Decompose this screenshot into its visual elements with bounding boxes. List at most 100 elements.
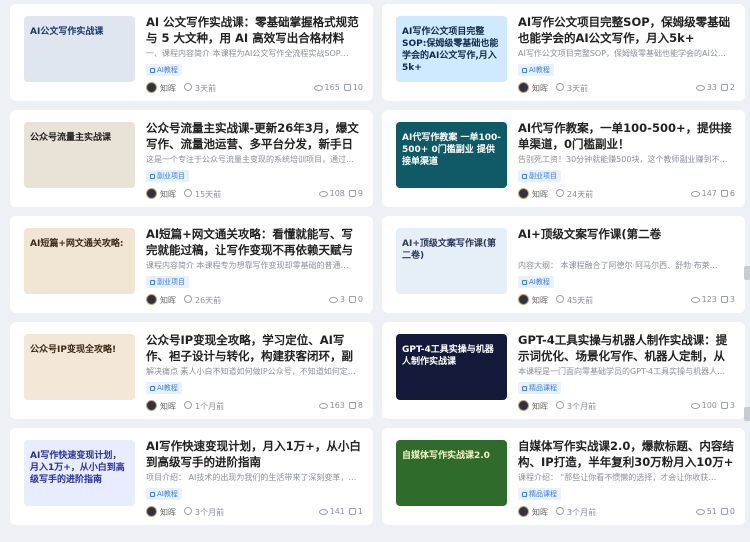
thumbnail-caption: AI写作公文项目完整SOP:保姆级零基础也能学会的AI公文写作,月入5k+	[402, 27, 499, 73]
tag-icon	[150, 173, 155, 179]
course-thumbnail[interactable]: AI写作快速变现计划，月入1万+，从小白到高级写手的进阶指南	[24, 440, 135, 506]
like-icon[interactable]	[720, 84, 728, 91]
course-title[interactable]: 自媒体写作实战课2.0，爆款标题、内容结构、IP打造，半年复利30万粉月入10万…	[518, 438, 736, 470]
thumbnail-caption: AI写作快速变现计划，月入1万+，从小白到高级写手的进阶指南	[30, 451, 125, 485]
category-tag-label: AI教程	[529, 66, 550, 74]
author-name[interactable]: 知晖	[160, 507, 176, 518]
like-icon[interactable]	[348, 402, 356, 409]
author-name[interactable]: 知晖	[160, 189, 176, 200]
course-meta: 知晖 3天前 33 2	[518, 82, 735, 94]
course-thumbnail[interactable]: 自媒体写作实战课2.0	[396, 440, 507, 506]
course-title[interactable]: AI写作公文项目完整SOP，保姆级零基础也能学会的AI公文写作，月入5k+	[518, 14, 736, 46]
author-name[interactable]: 知晖	[532, 189, 548, 200]
avatar[interactable]	[518, 188, 529, 199]
like-icon[interactable]	[720, 296, 728, 303]
course-title[interactable]: 公众号IP变现全攻略，学习定位、AI写作、袒子设计与转化，构建获客闭环，副业月入…	[146, 332, 364, 364]
course-card[interactable]: GPT-4工具实操与机器人制作实战课 GPT-4工具实操与机器人制作实战课：提示…	[382, 322, 745, 419]
author-name[interactable]: 知晖	[532, 295, 548, 306]
category-tag[interactable]: 副业项目	[146, 276, 189, 288]
like-icon[interactable]	[720, 190, 728, 197]
course-thumbnail[interactable]: AI写作公文项目完整SOP:保姆级零基础也能学会的AI公文写作,月入5k+	[396, 16, 507, 82]
avatar[interactable]	[146, 506, 157, 517]
category-tag[interactable]: 副业项目	[146, 170, 189, 182]
course-description: 解决痛点 素人小白不知道如何做IP公众号，不知道如何定…	[146, 367, 356, 376]
course-title[interactable]: AI短篇+网文通关攻略：看懂就能写、写完就能过稿，让写作变现不再依赖天赋与文笔	[146, 226, 364, 258]
course-title[interactable]: AI写作快速变现计划，月入1万+，从小白到高级写手的进阶指南	[146, 438, 364, 470]
course-meta: 知晖 24天前 147 6	[518, 188, 735, 200]
course-card[interactable]: 公众号IP变现全攻略! 公众号IP变现全攻略，学习定位、AI写作、袒子设计与转化…	[10, 322, 373, 419]
clock-icon	[184, 401, 192, 409]
author-name[interactable]: 知晖	[532, 83, 548, 94]
course-card[interactable]: AI+顶级文案写作课(第二卷) AI+顶级文案写作课(第二卷 内容大纲： 本课程…	[382, 216, 745, 313]
category-tag[interactable]: 精品课程	[518, 488, 561, 500]
course-title[interactable]: GPT-4工具实操与机器人制作实战课：提示词优化、场景化写作、机器人定制，从使用…	[518, 332, 736, 364]
author-name[interactable]: 知晖	[160, 401, 176, 412]
author-name[interactable]: 知晖	[160, 83, 176, 94]
eye-icon	[695, 84, 705, 91]
category-tag[interactable]: 副业项目	[518, 170, 561, 182]
course-thumbnail[interactable]: 公众号流量主实战课	[24, 122, 135, 188]
course-title[interactable]: AI代写作教案，一单100-500+，提供接单渠道，0门槛副业！	[518, 120, 736, 152]
course-title[interactable]: AI 公文写作实战课：零基础掌握格式规范与 5 大文种，用 AI 高效写出合格材…	[146, 14, 364, 46]
avatar[interactable]	[146, 188, 157, 199]
like-count: 3	[729, 401, 735, 410]
course-card[interactable]: AI写作公文项目完整SOP:保姆级零基础也能学会的AI公文写作,月入5k+ AI…	[382, 4, 745, 101]
view-count: 51	[706, 507, 717, 516]
course-card[interactable]: AI代写作教案 一单100-500+ 0门槛副业 提供接单渠道 AI代写作教案，…	[382, 110, 745, 207]
stats: 100 3	[690, 401, 735, 410]
course-title[interactable]: 公众号流量主实战课-更新26年3月，爆文写作、流量池运营、多平台分发，新手日入千…	[146, 120, 364, 152]
like-icon[interactable]	[720, 508, 728, 515]
view-count: 141	[329, 507, 345, 516]
course-thumbnail[interactable]: 公众号IP变现全攻略!	[24, 334, 135, 400]
course-thumbnail[interactable]: AI代写作教案 一单100-500+ 0门槛副业 提供接单渠道	[396, 122, 507, 188]
author-name[interactable]: 知晖	[160, 295, 176, 306]
avatar[interactable]	[518, 294, 529, 305]
scroll-up-button[interactable]	[744, 266, 750, 280]
category-tag-label: AI教程	[157, 66, 178, 74]
view-count: 147	[701, 189, 717, 198]
course-thumbnail[interactable]: GPT-4工具实操与机器人制作实战课	[396, 334, 507, 400]
like-icon[interactable]	[348, 508, 356, 515]
avatar[interactable]	[518, 400, 529, 411]
clock-icon	[556, 295, 564, 303]
course-card[interactable]: 自媒体写作实战课2.0 自媒体写作实战课2.0，爆款标题、内容结构、IP打造，半…	[382, 428, 745, 525]
course-card[interactable]: AI公文写作实战课 AI 公文写作实战课：零基础掌握格式规范与 5 大文种，用 …	[10, 4, 373, 101]
course-card[interactable]: AI写作快速变现计划，月入1万+，从小白到高级写手的进阶指南 AI写作快速变现计…	[10, 428, 373, 525]
stats: 51 0	[695, 507, 735, 516]
publish-time: 45天前	[567, 296, 594, 305]
course-thumbnail[interactable]: AI+顶级文案写作课(第二卷)	[396, 228, 507, 294]
course-thumbnail[interactable]: AI短篇+网文通关攻略:	[24, 228, 135, 294]
thumbnail-caption: AI公文写作实战课	[30, 27, 104, 37]
category-tag[interactable]: AI教程	[518, 64, 554, 76]
like-icon[interactable]	[348, 190, 356, 197]
course-meta: 知晖 26天前 30	[146, 294, 363, 306]
author-name[interactable]: 知晖	[532, 401, 548, 412]
category-tag[interactable]: AI教程	[146, 488, 182, 500]
like-icon[interactable]	[720, 402, 728, 409]
avatar[interactable]	[518, 82, 529, 93]
view-count: 33	[706, 83, 717, 92]
category-tag[interactable]: AI教程	[146, 382, 182, 394]
author-name[interactable]: 知晖	[532, 507, 548, 518]
course-meta: 知晖 3个月前 100 3	[518, 400, 735, 412]
stats: 30	[328, 295, 363, 304]
course-card[interactable]: 公众号流量主实战课 公众号流量主实战课-更新26年3月，爆文写作、流量池运营、多…	[10, 110, 373, 207]
avatar[interactable]	[518, 506, 529, 517]
avatar[interactable]	[146, 82, 157, 93]
avatar[interactable]	[146, 400, 157, 411]
category-tag[interactable]: AI教程	[518, 276, 554, 288]
course-card[interactable]: AI短篇+网文通关攻略: AI短篇+网文通关攻略：看懂就能写、写完就能过稿，让写…	[10, 216, 373, 313]
like-icon[interactable]	[348, 296, 356, 303]
scroll-down-button[interactable]	[744, 407, 750, 421]
category-tag-label: 精品课程	[529, 384, 557, 392]
avatar[interactable]	[146, 294, 157, 305]
view-count: 108	[329, 189, 345, 198]
category-tag[interactable]: 精品课程	[518, 382, 561, 394]
like-icon[interactable]	[343, 84, 351, 91]
course-description: 项目介绍： AI技术的出现为我们的生活带来了深刻变革，…	[146, 473, 357, 482]
course-description: 一、课程内容简介 本课程为AI公文写作全流程实战SOP…	[146, 49, 349, 58]
course-thumbnail[interactable]: AI公文写作实战课	[24, 16, 135, 82]
category-tag[interactable]: AI教程	[146, 64, 182, 76]
course-description: 课程内容简介 本课程专为想靠写作变现却零基础的普通…	[146, 261, 349, 270]
course-title[interactable]: AI+顶级文案写作课(第二卷	[518, 226, 736, 242]
